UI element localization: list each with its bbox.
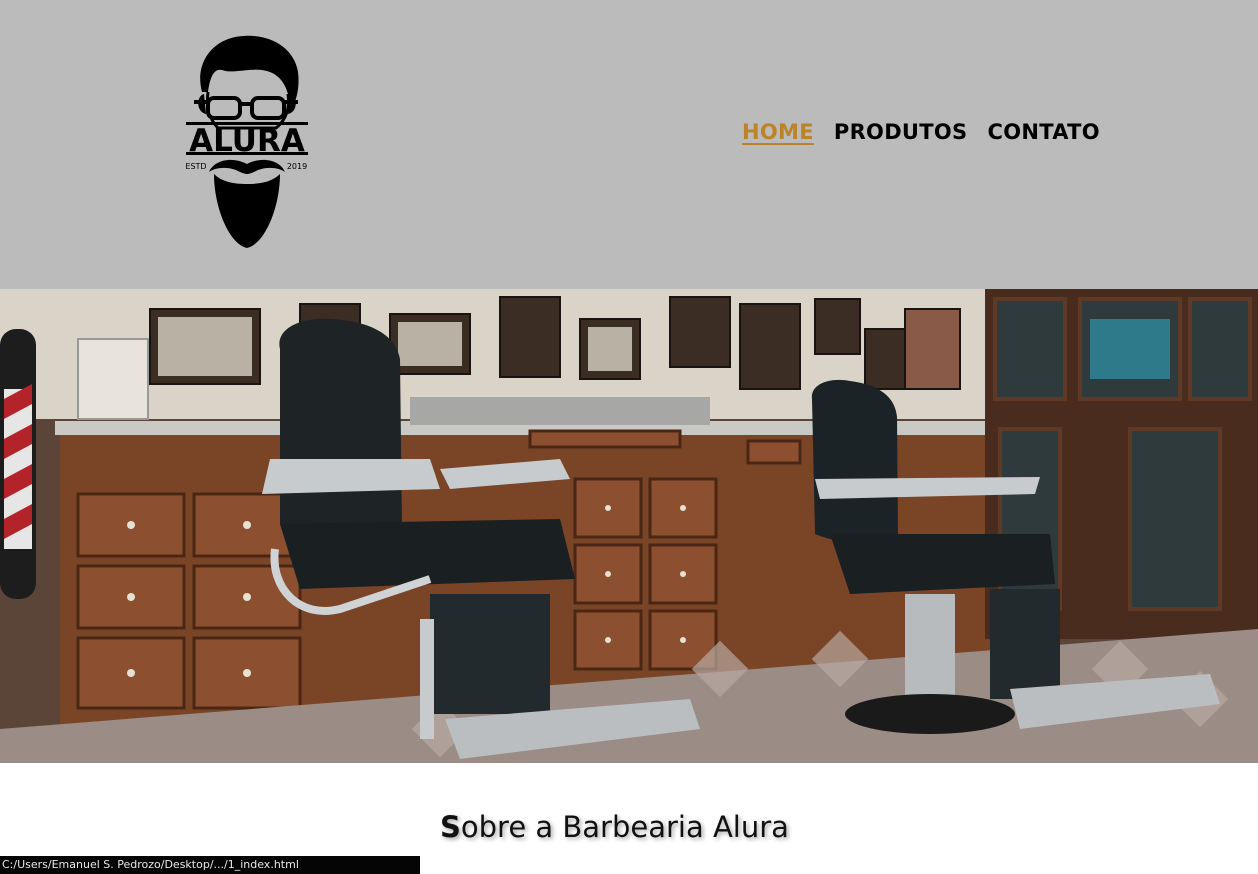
logo-estd-text: ESTD: [185, 162, 206, 171]
barbershop-interior-image: [0, 289, 1258, 763]
logo-brand-text: ALURA: [189, 123, 305, 159]
browser-status-bar: C:/Users/Emanuel S. Pedrozo/Desktop/.../…: [0, 856, 420, 874]
about-title-rest: obre a Barbearia Alura: [460, 810, 789, 844]
alura-logo-icon[interactable]: ALURA ESTD 2019: [184, 32, 310, 252]
about-section-title: Sobre a Barbearia Alura: [440, 810, 789, 844]
nav-link-contato[interactable]: CONTATO: [987, 120, 1099, 144]
about-title-first-letter: S: [440, 810, 461, 844]
site-header: ALURA ESTD 2019 HOME PRODUTOS CONTATO: [0, 0, 1258, 289]
nav-link-home[interactable]: HOME: [742, 120, 814, 144]
main-nav: HOME PRODUTOS CONTATO: [742, 120, 1100, 144]
banner-image: [0, 289, 1258, 763]
logo-year-text: 2019: [287, 162, 307, 171]
status-bar-url: C:/Users/Emanuel S. Pedrozo/Desktop/.../…: [2, 858, 299, 871]
nav-link-produtos[interactable]: PRODUTOS: [834, 120, 968, 144]
